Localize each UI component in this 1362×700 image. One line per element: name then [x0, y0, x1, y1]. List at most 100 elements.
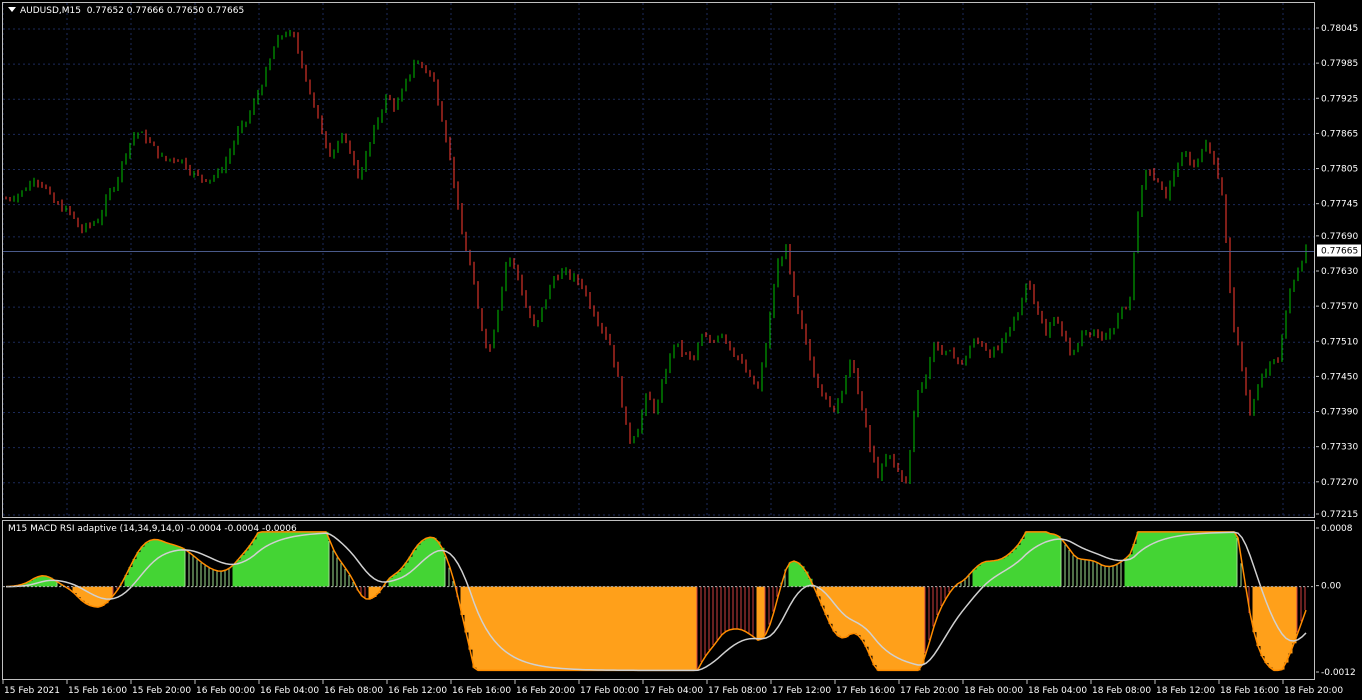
histogram-bar	[492, 586, 497, 671]
histogram-bar	[1116, 563, 1118, 587]
histogram-bar	[900, 586, 905, 671]
histogram-bar	[864, 586, 869, 647]
histogram-bar	[1152, 531, 1157, 587]
time-axis[interactable]: 15 Feb 2021 15 Feb 16:00 15 Feb 20:00 16 Fe…	[2, 680, 1362, 700]
histogram-bar	[1180, 531, 1185, 587]
histogram-bar	[832, 586, 837, 632]
price-candles[interactable]	[3, 3, 1314, 517]
histogram-bar	[112, 586, 114, 595]
histogram-bar	[1236, 537, 1238, 587]
histogram-bar	[1196, 531, 1201, 587]
histogram-bar	[660, 586, 665, 671]
histogram-bar	[256, 532, 261, 587]
histogram-bar	[724, 586, 726, 632]
histogram-bar	[1024, 531, 1029, 587]
time-tick-label: 18 Feb 00:00	[964, 686, 1023, 696]
indicator-tick-label: -0.0012	[1321, 668, 1356, 678]
histogram-bar	[536, 586, 541, 671]
histogram-bar	[332, 550, 334, 587]
price-tick-label: 0.77510	[1321, 337, 1358, 347]
histogram-bar	[304, 531, 309, 587]
dropdown-triangle-icon[interactable]	[8, 7, 16, 12]
histogram-bar	[760, 586, 765, 639]
histogram-bar	[796, 562, 801, 587]
histogram-bar	[56, 582, 58, 587]
histogram-bar	[368, 586, 373, 600]
histogram-bar	[1016, 544, 1021, 587]
ohlc-readout: 0.77652 0.77666 0.77650 0.77665	[86, 6, 245, 16]
histogram-bar	[284, 531, 289, 587]
histogram-bar	[144, 542, 149, 587]
histogram-bar	[1040, 531, 1045, 587]
histogram-bar	[1224, 531, 1229, 587]
histogram-bar	[664, 586, 669, 671]
histogram-bar	[1020, 538, 1025, 587]
histogram-bar	[292, 531, 297, 587]
histogram-bar	[596, 586, 601, 671]
price-tick-label: 0.77330	[1321, 443, 1358, 453]
histogram-bar	[504, 586, 509, 671]
histogram-bar	[908, 586, 913, 671]
histogram-bar	[688, 586, 693, 671]
histogram-bar	[224, 570, 226, 587]
histogram-bar	[728, 586, 730, 630]
price-axis[interactable]: 0.78045 0.77985 0.77925 0.77865 0.77805 0.777…	[1316, 2, 1362, 518]
histogram-bar	[272, 531, 277, 587]
histogram-bar	[1008, 553, 1013, 587]
histogram-bar	[1124, 558, 1129, 587]
current-price-label: 0.77665	[1321, 247, 1358, 257]
histogram-bar	[524, 586, 529, 671]
histogram-bar	[508, 586, 513, 671]
histogram-bar	[940, 586, 942, 606]
histogram-bar	[1012, 549, 1017, 587]
histogram-bar	[420, 540, 425, 587]
histogram-bar	[1028, 531, 1033, 587]
time-tick-label: 17 Feb 12:00	[772, 686, 831, 696]
time-tick-label: 17 Feb 04:00	[644, 686, 703, 696]
histogram-bar	[316, 531, 321, 587]
histogram-bar	[160, 540, 165, 587]
histogram-bar	[1292, 586, 1297, 644]
histogram-bar	[792, 561, 797, 587]
histogram-bar	[828, 586, 833, 624]
histogram-bar	[140, 546, 145, 587]
histogram-bar	[424, 538, 429, 587]
time-tick-label: 17 Feb 20:00	[900, 686, 959, 696]
histogram-bar	[748, 586, 750, 635]
histogram-bar	[168, 543, 173, 587]
histogram-bar	[192, 556, 194, 587]
histogram-bar	[764, 586, 766, 634]
histogram-bar	[572, 586, 577, 671]
histogram-bar	[1280, 586, 1285, 670]
histogram-bar	[1176, 531, 1181, 587]
histogram-bar	[692, 586, 697, 671]
histogram-bar	[1288, 586, 1293, 654]
price-tick-label: 0.77865	[1321, 129, 1358, 139]
histogram-bar	[712, 586, 714, 646]
indicator-axis[interactable]: 0.0008 0.00 -0.0012	[1316, 520, 1362, 680]
histogram-bar	[980, 562, 985, 587]
histogram-bar	[976, 565, 981, 587]
histogram-bar	[348, 574, 350, 587]
histogram-bar	[1296, 586, 1298, 633]
histogram-bar	[580, 586, 585, 671]
histogram-bar	[228, 567, 230, 587]
histogram-bar	[1140, 531, 1145, 587]
time-tick-label: 18 Feb 20:00	[1284, 686, 1343, 696]
histogram-bar	[1284, 586, 1289, 663]
histogram-bar	[520, 586, 525, 671]
histogram-bar	[628, 586, 633, 671]
indicator-panel[interactable]: M15 MACD RSI adaptive (14,34,9,14,0) -0.…	[2, 520, 1315, 680]
histogram-bar	[452, 581, 454, 587]
histogram-bar	[340, 563, 342, 587]
histogram-bar	[588, 586, 593, 671]
histogram-bar	[1056, 535, 1061, 587]
symbol-label: AUDUSD,M15	[20, 6, 81, 16]
price-chart-panel[interactable]: AUDUSD,M15 0.77652 0.77666 0.77650 0.776…	[2, 2, 1315, 518]
macd-rsi-histogram[interactable]	[3, 521, 1314, 679]
histogram-bar	[1208, 531, 1213, 587]
histogram-bar	[1088, 560, 1090, 587]
histogram-bar	[1188, 531, 1193, 587]
histogram-bar	[1092, 561, 1094, 587]
histogram-bar	[636, 586, 641, 671]
